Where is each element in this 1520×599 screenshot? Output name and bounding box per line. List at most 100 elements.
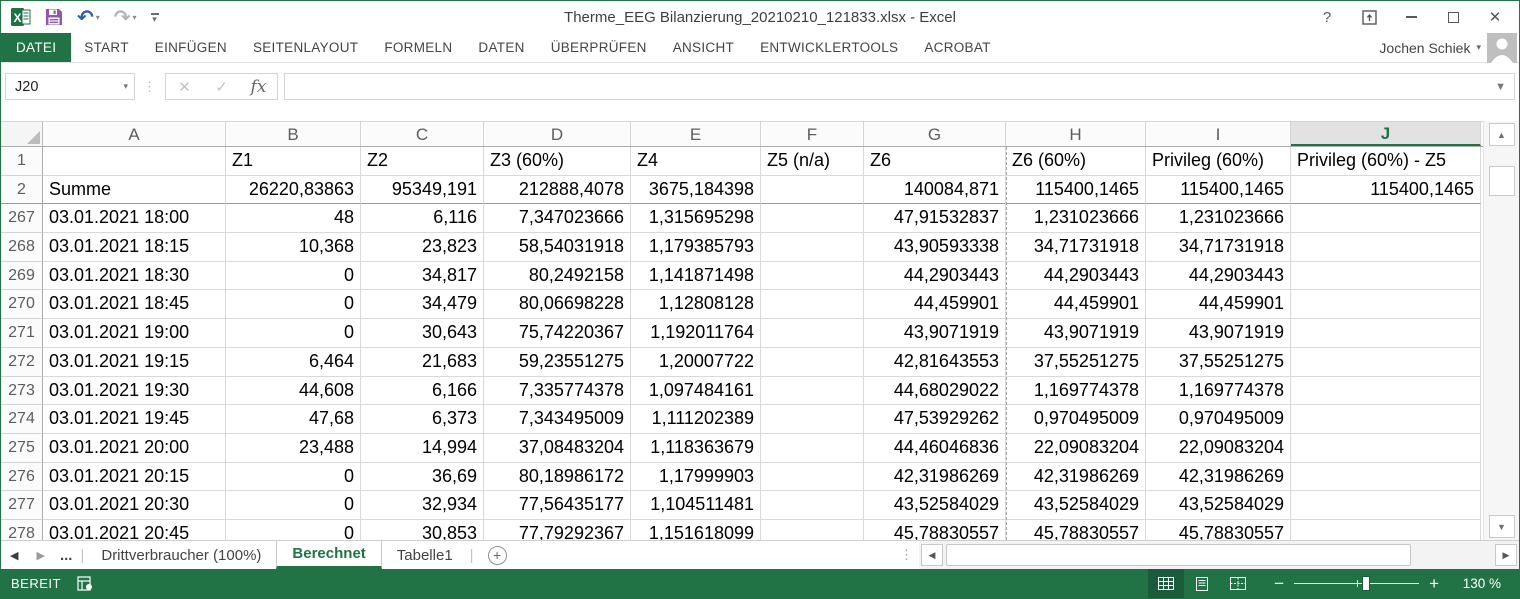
cell-G-272[interactable]: 42,81643553 — [864, 348, 1006, 377]
cell-J-269[interactable] — [1291, 262, 1481, 291]
cell-E-267[interactable]: 1,315695298 — [631, 204, 761, 233]
cell-I-275[interactable]: 22,09083204 — [1146, 434, 1291, 463]
close-button[interactable]: ✕ — [1487, 9, 1503, 25]
cell-B-2[interactable]: 26220,83863 — [226, 176, 361, 205]
ribbon-tab-einfügen[interactable]: EINFÜGEN — [142, 33, 240, 62]
row-header-271[interactable]: 271 — [1, 319, 43, 348]
row-header-277[interactable]: 277 — [1, 491, 43, 520]
view-normal-button[interactable] — [1148, 569, 1184, 598]
cell-E-276[interactable]: 1,17999903 — [631, 463, 761, 492]
user-dropdown-icon[interactable]: ▾ — [1476, 42, 1481, 53]
cell-E-269[interactable]: 1,141871498 — [631, 262, 761, 291]
cell-I-272[interactable]: 37,55251275 — [1146, 348, 1291, 377]
cell-D-267[interactable]: 7,347023666 — [484, 204, 631, 233]
cell-B-273[interactable]: 44,608 — [226, 377, 361, 406]
cell-C-278[interactable]: 30,853 — [361, 520, 484, 540]
row-header-273[interactable]: 273 — [1, 377, 43, 406]
cell-G-269[interactable]: 44,2903443 — [864, 262, 1006, 291]
scroll-down-icon[interactable]: ▼ — [1489, 515, 1515, 538]
column-header-A[interactable]: A — [43, 122, 226, 146]
cell-H-271[interactable]: 43,9071919 — [1006, 319, 1146, 348]
cell-F-270[interactable] — [761, 290, 864, 319]
cell-H-275[interactable]: 22,09083204 — [1006, 434, 1146, 463]
cell-A-271[interactable]: 03.01.2021 19:00 — [43, 319, 226, 348]
row-header-278[interactable]: 278 — [1, 520, 43, 540]
view-page-layout-button[interactable] — [1184, 569, 1220, 598]
row-header-275[interactable]: 275 — [1, 434, 43, 463]
add-sheet-button[interactable]: + — [476, 541, 519, 569]
cell-D-271[interactable]: 75,74220367 — [484, 319, 631, 348]
cell-C-277[interactable]: 32,934 — [361, 491, 484, 520]
cell-G-273[interactable]: 44,68029022 — [864, 377, 1006, 406]
cell-G-275[interactable]: 44,46046836 — [864, 434, 1006, 463]
cell-I-277[interactable]: 43,52584029 — [1146, 491, 1291, 520]
cell-J-274[interactable] — [1291, 405, 1481, 434]
ribbon-tab-daten[interactable]: DATEN — [465, 33, 537, 62]
tab-scroll-splitter[interactable]: ⋮ — [894, 541, 919, 569]
cell-C-274[interactable]: 6,373 — [361, 405, 484, 434]
cell-H-268[interactable]: 34,71731918 — [1006, 233, 1146, 262]
cell-E-278[interactable]: 1,151618099 — [631, 520, 761, 540]
help-button[interactable]: ? — [1319, 9, 1335, 25]
cell-B-269[interactable]: 0 — [226, 262, 361, 291]
undo-button[interactable]: ↶▾ — [77, 8, 100, 26]
zoom-out-icon[interactable]: − — [1274, 574, 1284, 594]
column-header-E[interactable]: E — [631, 122, 761, 146]
user-name[interactable]: Jochen Schiek — [1379, 40, 1470, 56]
cell-E-2[interactable]: 3675,184398 — [631, 176, 761, 205]
cell-D-274[interactable]: 7,343495009 — [484, 405, 631, 434]
cell-J-275[interactable] — [1291, 434, 1481, 463]
cell-I-267[interactable]: 1,231023666 — [1146, 204, 1291, 233]
cell-F-275[interactable] — [761, 434, 864, 463]
cell-D-278[interactable]: 77,79292367 — [484, 520, 631, 540]
name-box-dropdown-icon[interactable]: ▾ — [123, 81, 128, 92]
cell-J-1[interactable]: Privileg (60%) - Z5 — [1291, 147, 1481, 176]
sheet-nav-prev-icon[interactable]: ◀ — [1, 541, 27, 569]
ribbon-tab-start[interactable]: START — [71, 33, 142, 62]
row-header-270[interactable]: 270 — [1, 290, 43, 319]
cell-C-1[interactable]: Z2 — [361, 147, 484, 176]
scroll-left-icon[interactable]: ◀ — [921, 544, 943, 566]
cell-B-271[interactable]: 0 — [226, 319, 361, 348]
view-page-break-button[interactable] — [1220, 569, 1256, 598]
cell-H-274[interactable]: 0,970495009 — [1006, 405, 1146, 434]
scroll-up-icon[interactable]: ▲ — [1489, 123, 1515, 146]
cell-D-1[interactable]: Z3 (60%) — [484, 147, 631, 176]
cell-H-277[interactable]: 43,52584029 — [1006, 491, 1146, 520]
ribbon-tab-überprüfen[interactable]: ÜBERPRÜFEN — [538, 33, 660, 62]
cell-H-1[interactable]: Z6 (60%) — [1006, 147, 1146, 176]
cell-I-271[interactable]: 43,9071919 — [1146, 319, 1291, 348]
cell-H-272[interactable]: 37,55251275 — [1006, 348, 1146, 377]
cell-H-270[interactable]: 44,459901 — [1006, 290, 1146, 319]
cell-F-268[interactable] — [761, 233, 864, 262]
cell-F-276[interactable] — [761, 463, 864, 492]
cancel-icon[interactable]: ✕ — [166, 78, 203, 96]
sheet-overflow-indicator[interactable]: ... — [54, 541, 79, 569]
cell-I-276[interactable]: 42,31986269 — [1146, 463, 1291, 492]
cell-C-2[interactable]: 95349,191 — [361, 176, 484, 205]
avatar[interactable] — [1487, 33, 1517, 63]
customize-qat-icon[interactable]: ▾ — [151, 13, 159, 22]
cell-F-278[interactable] — [761, 520, 864, 540]
ribbon-display-options-icon[interactable] — [1361, 9, 1377, 25]
cell-A-273[interactable]: 03.01.2021 19:30 — [43, 377, 226, 406]
cell-F-277[interactable] — [761, 491, 864, 520]
column-header-B[interactable]: B — [226, 122, 361, 146]
expand-formula-bar-icon[interactable]: ▼ — [1495, 81, 1506, 93]
cell-G-1[interactable]: Z6 — [864, 147, 1006, 176]
ribbon-tab-acrobat[interactable]: ACROBAT — [911, 33, 1003, 62]
zoom-level[interactable]: 130 % — [1453, 576, 1501, 591]
vertical-scroll-thumb[interactable] — [1489, 166, 1515, 196]
cell-E-268[interactable]: 1,179385793 — [631, 233, 761, 262]
cell-J-268[interactable] — [1291, 233, 1481, 262]
column-header-D[interactable]: D — [484, 122, 631, 146]
row-header-268[interactable]: 268 — [1, 233, 43, 262]
cell-B-274[interactable]: 47,68 — [226, 405, 361, 434]
cell-C-270[interactable]: 34,479 — [361, 290, 484, 319]
cell-A-277[interactable]: 03.01.2021 20:30 — [43, 491, 226, 520]
cell-B-276[interactable]: 0 — [226, 463, 361, 492]
cell-J-2[interactable]: 115400,1465 — [1291, 176, 1481, 205]
excel-logo-icon[interactable]: X — [11, 7, 31, 27]
cell-E-1[interactable]: Z4 — [631, 147, 761, 176]
cell-J-278[interactable] — [1291, 520, 1481, 540]
